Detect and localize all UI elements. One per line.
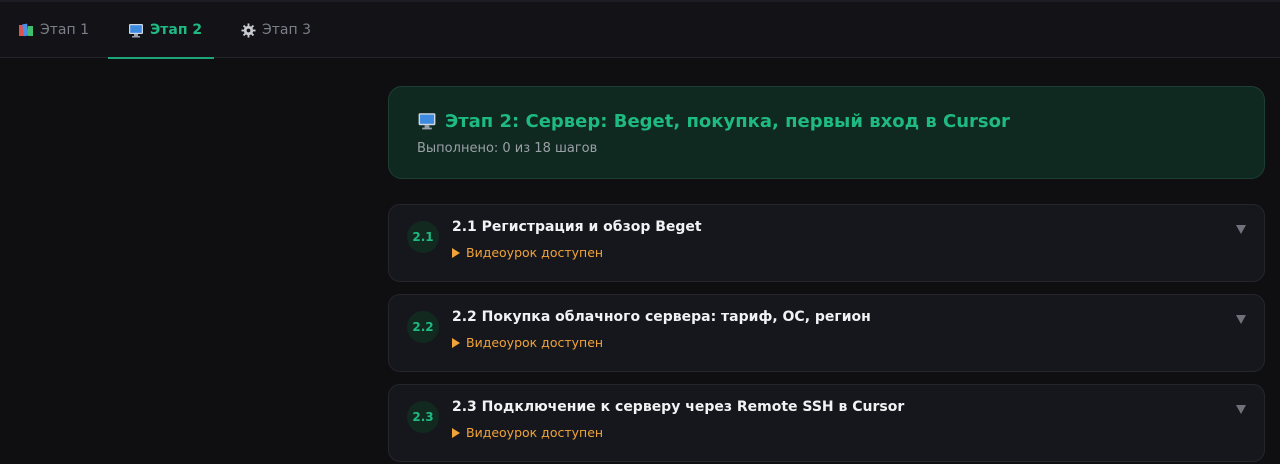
stage-title-row: Этап 2: Сервер: Beget, покупка, первый в… bbox=[417, 109, 1236, 133]
video-available-label: Видеоурок доступен bbox=[452, 425, 603, 440]
stage-title: Этап 2: Сервер: Beget, покупка, первый в… bbox=[445, 110, 1010, 132]
step-card[interactable]: 2.3 2.3 Подключение к серверу через Remo… bbox=[388, 384, 1265, 462]
chevron-down-icon[interactable] bbox=[1236, 405, 1246, 414]
step-number-badge: 2.3 bbox=[407, 401, 439, 433]
video-available-label: Видеоурок доступен bbox=[452, 245, 603, 260]
step-card[interactable]: 2.1 2.1 Регистрация и обзор Beget Видеоу… bbox=[388, 204, 1265, 282]
play-icon bbox=[452, 337, 460, 348]
stage-content: Этап 2: Сервер: Beget, покупка, первый в… bbox=[388, 86, 1265, 462]
step-title: 2.3 Подключение к серверу через Remote S… bbox=[452, 399, 905, 415]
stage-tabs: Этап 1 Этап 2 Этап 3 bbox=[0, 2, 1280, 59]
video-label-text: Видеоурок доступен bbox=[466, 425, 604, 440]
video-label-text: Видеоурок доступен bbox=[466, 335, 604, 350]
stage-header-card: Этап 2: Сервер: Beget, покупка, первый в… bbox=[388, 86, 1265, 179]
step-number-badge: 2.1 bbox=[407, 221, 439, 253]
play-icon bbox=[452, 427, 460, 438]
tab-label: Этап 2 bbox=[150, 22, 203, 38]
gear-icon bbox=[240, 22, 256, 38]
books-icon bbox=[18, 22, 34, 38]
step-card[interactable]: 2.2 2.2 Покупка облачного сервера: тариф… bbox=[388, 294, 1265, 372]
video-available-label: Видеоурок доступен bbox=[452, 335, 603, 350]
step-title: 2.1 Регистрация и обзор Beget bbox=[452, 219, 702, 235]
play-icon bbox=[452, 247, 460, 258]
chevron-down-icon[interactable] bbox=[1236, 225, 1246, 234]
tab-stage-1[interactable]: Этап 1 bbox=[10, 2, 108, 58]
step-number-badge: 2.2 bbox=[407, 311, 439, 343]
stage-progress-text: Выполнено: 0 из 18 шагов bbox=[417, 141, 598, 156]
tab-stage-3[interactable]: Этап 3 bbox=[214, 2, 328, 58]
tab-label: Этап 3 bbox=[262, 22, 312, 38]
video-label-text: Видеоурок доступен bbox=[466, 245, 604, 260]
tab-label: Этап 1 bbox=[40, 22, 90, 38]
tab-stage-2[interactable]: Этап 2 bbox=[108, 2, 214, 59]
step-title: 2.2 Покупка облачного сервера: тариф, ОС… bbox=[452, 309, 871, 325]
desktop-computer-icon bbox=[128, 22, 144, 38]
chevron-down-icon[interactable] bbox=[1236, 315, 1246, 324]
desktop-computer-icon bbox=[417, 112, 437, 130]
